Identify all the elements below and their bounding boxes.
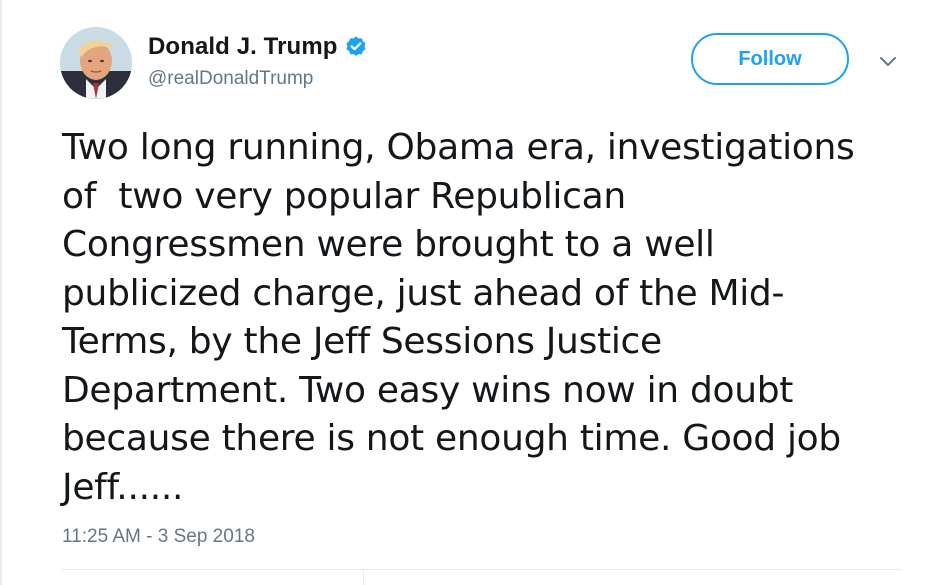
tweet-text-line: Department. Two easy wins now in doubt: [62, 369, 794, 411]
tweet-text-line: because there is not enough time. Good j…: [62, 418, 841, 459]
avatar[interactable]: [60, 27, 132, 99]
divider-vertical: [363, 569, 364, 585]
user-handle[interactable]: @realDonaldTrump: [148, 68, 368, 90]
tweet-timestamp[interactable]: 11:25 AM - 3 Sep 2018: [62, 526, 255, 548]
display-name[interactable]: Donald J. Trump: [148, 33, 338, 61]
tweet-text-line: Terms, by the Jeff Sessions Justice: [62, 321, 662, 362]
tweet-card: Donald J. Trump @realDonaldTrump Follow …: [0, 0, 945, 585]
display-name-row: Donald J. Trump: [148, 32, 368, 62]
tweet-text-line: Two long running, Obama era, investigati…: [62, 127, 855, 168]
tweet-text: Two long running, Obama era, investigati…: [62, 124, 912, 512]
verified-badge-icon: [346, 36, 366, 56]
tweet-text-line: Congressmen were brought to a well: [62, 224, 715, 265]
follow-button[interactable]: Follow: [691, 33, 849, 85]
divider: [62, 569, 902, 570]
user-info: Donald J. Trump @realDonaldTrump: [148, 32, 368, 90]
tweet-text-line: Jeff......: [62, 466, 184, 508]
left-border: [0, 0, 2, 585]
chevron-down-icon[interactable]: [876, 53, 900, 71]
tweet-text-line: of two very popular Republican: [62, 175, 626, 217]
avatar-image: [60, 27, 132, 99]
tweet-text-line: publicized charge, just ahead of the Mid…: [62, 272, 785, 314]
